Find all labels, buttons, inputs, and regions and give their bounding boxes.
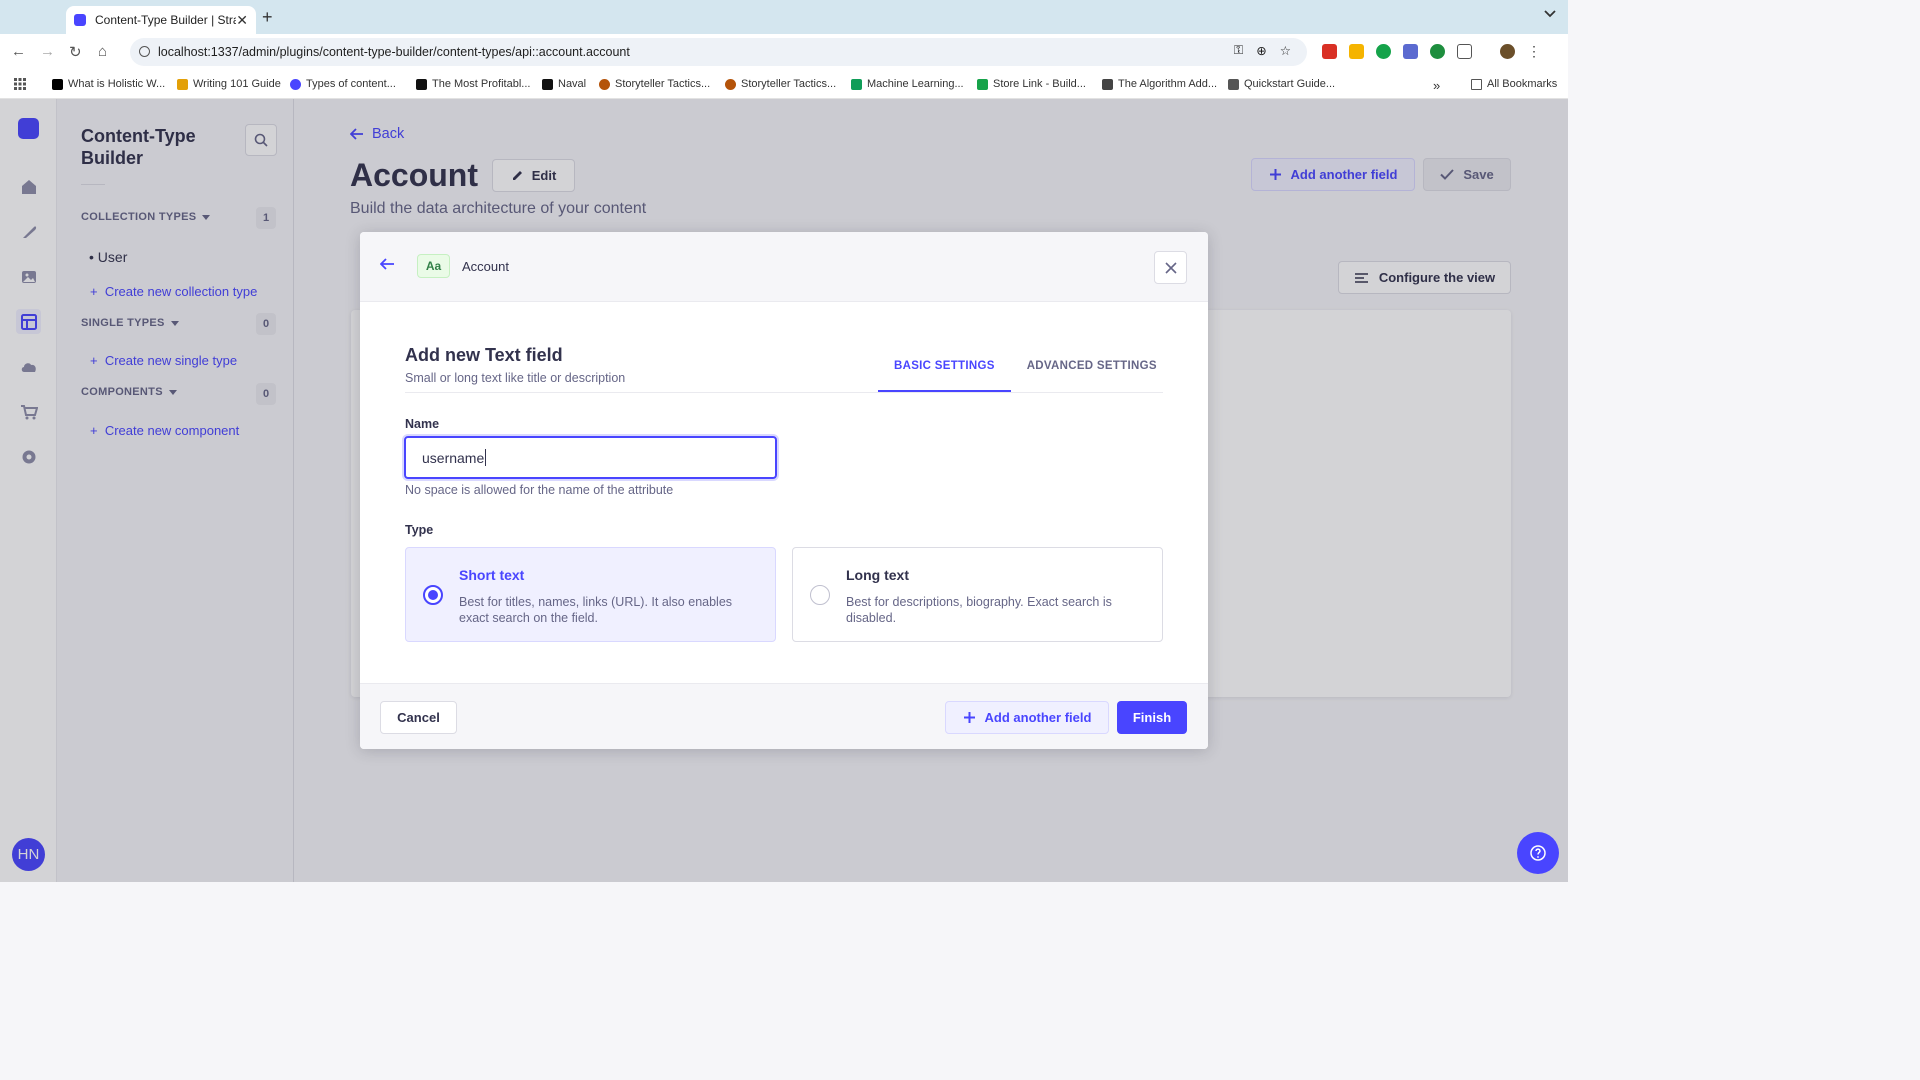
back-arrow-icon[interactable]: ←	[11, 43, 26, 60]
modal-add-another-field-button[interactable]: Add another field	[945, 701, 1109, 734]
long-text-radio[interactable]	[810, 585, 830, 605]
type-label: Type	[405, 523, 434, 537]
bookmark-item[interactable]: The Most Profitabl...	[416, 78, 530, 90]
apps-grid-icon[interactable]	[14, 78, 26, 90]
long-text-description: Best for descriptions, biography. Exact …	[846, 595, 1112, 625]
all-bookmarks-folder[interactable]: All Bookmarks	[1471, 78, 1557, 90]
finish-button[interactable]: Finish	[1117, 701, 1187, 734]
browser-toolbar: ← → ↻ ⌂ localhost:1337/admin/plugins/con…	[0, 34, 1568, 70]
modal-title: Add new Text field	[405, 345, 563, 365]
bookmark-item[interactable]: Writing 101 Guide	[177, 78, 281, 90]
zoom-icon[interactable]: ⊕	[1256, 43, 1266, 58]
question-icon	[1530, 845, 1546, 861]
long-text-option[interactable]: Long text Best for descriptions, biograp…	[792, 547, 1163, 642]
extension-icon[interactable]	[1403, 44, 1418, 59]
bookmark-item[interactable]: Machine Learning...	[851, 78, 964, 90]
tab-advanced-settings[interactable]: ADVANCED SETTINGS	[1011, 352, 1173, 392]
tab-title: Content-Type Builder | Strapi	[95, 13, 237, 27]
reload-icon[interactable]: ↻	[69, 43, 82, 61]
extension-icon[interactable]	[1322, 44, 1337, 59]
plus-icon	[963, 712, 975, 723]
bookmark-item[interactable]: Storyteller Tactics...	[725, 78, 836, 90]
new-tab-icon[interactable]: +	[262, 7, 273, 28]
bookmark-item[interactable]: Quickstart Guide...	[1228, 78, 1335, 90]
close-icon	[1164, 261, 1177, 274]
name-input[interactable]: username	[404, 436, 777, 479]
short-text-description: Best for titles, names, links (URL). It …	[459, 595, 733, 625]
bookmark-item[interactable]: The Algorithm Add...	[1102, 78, 1217, 90]
bookmark-item[interactable]: What is Holistic W...	[52, 78, 165, 90]
site-info-icon[interactable]	[139, 46, 150, 57]
grammarly-icon[interactable]	[1376, 44, 1391, 59]
extensions-area: ⋮	[1322, 44, 1541, 59]
short-text-option[interactable]: Short text Best for titles, names, links…	[405, 547, 776, 642]
long-text-title: Long text	[846, 567, 909, 583]
text-caret	[485, 449, 487, 466]
modal-close-button[interactable]	[1154, 251, 1187, 284]
url-text: localhost:1337/admin/plugins/content-typ…	[158, 45, 630, 59]
bookmark-item[interactable]: Storyteller Tactics...	[599, 78, 710, 90]
add-text-field-modal: Aa Account Add new Text field Small or l…	[360, 232, 1208, 749]
star-icon[interactable]: ☆	[1280, 43, 1291, 58]
more-bookmarks-icon[interactable]: »	[1433, 78, 1440, 93]
browser-tab[interactable]: Content-Type Builder | Strapi ✕	[66, 6, 256, 34]
tab-basic-settings[interactable]: BASIC SETTINGS	[878, 352, 1011, 392]
name-hint: No space is allowed for the name of the …	[405, 483, 674, 497]
forward-arrow-icon[interactable]: →	[40, 43, 55, 60]
key-icon[interactable]: ⚿	[1234, 43, 1244, 58]
profile-avatar-icon[interactable]	[1500, 44, 1515, 59]
settings-tabs: BASIC SETTINGS ADVANCED SETTINGS	[878, 352, 1173, 392]
help-button[interactable]	[1517, 832, 1559, 874]
arrow-left-icon	[380, 258, 394, 270]
modal-subtitle: Small or long text like title or descrip…	[405, 371, 626, 385]
bookmarks-bar: What is Holistic W... Writing 101 Guide …	[0, 70, 1568, 99]
modal-footer: Cancel Add another field Finish	[360, 683, 1208, 749]
cancel-button[interactable]: Cancel	[380, 701, 457, 734]
bookmark-item[interactable]: Naval	[542, 78, 586, 90]
modal-breadcrumb: Account	[462, 259, 509, 274]
tab-search-chevron-icon[interactable]	[1544, 10, 1556, 18]
name-input-value: username	[422, 449, 485, 466]
puzzle-icon[interactable]	[1457, 44, 1472, 59]
kebab-menu-icon[interactable]: ⋮	[1527, 44, 1541, 59]
tabs-divider	[405, 392, 1163, 393]
address-bar[interactable]: localhost:1337/admin/plugins/content-typ…	[130, 38, 1307, 66]
name-label: Name	[405, 417, 440, 431]
extension-icon[interactable]	[1430, 44, 1445, 59]
bookmark-item[interactable]: Store Link - Build...	[977, 78, 1086, 90]
modal-back-button[interactable]	[380, 258, 395, 270]
strapi-favicon-icon	[74, 14, 86, 26]
bookmark-item[interactable]: Types of content...	[290, 78, 396, 90]
home-icon[interactable]: ⌂	[98, 43, 107, 60]
modal-header: Aa Account	[360, 232, 1208, 302]
browser-tabstrip: Content-Type Builder | Strapi ✕ +	[0, 0, 1568, 34]
extension-icon[interactable]	[1349, 44, 1364, 59]
close-tab-icon[interactable]: ✕	[236, 12, 248, 29]
text-type-badge-icon: Aa	[417, 254, 450, 278]
short-text-title: Short text	[459, 567, 525, 583]
short-text-radio[interactable]	[423, 585, 443, 605]
